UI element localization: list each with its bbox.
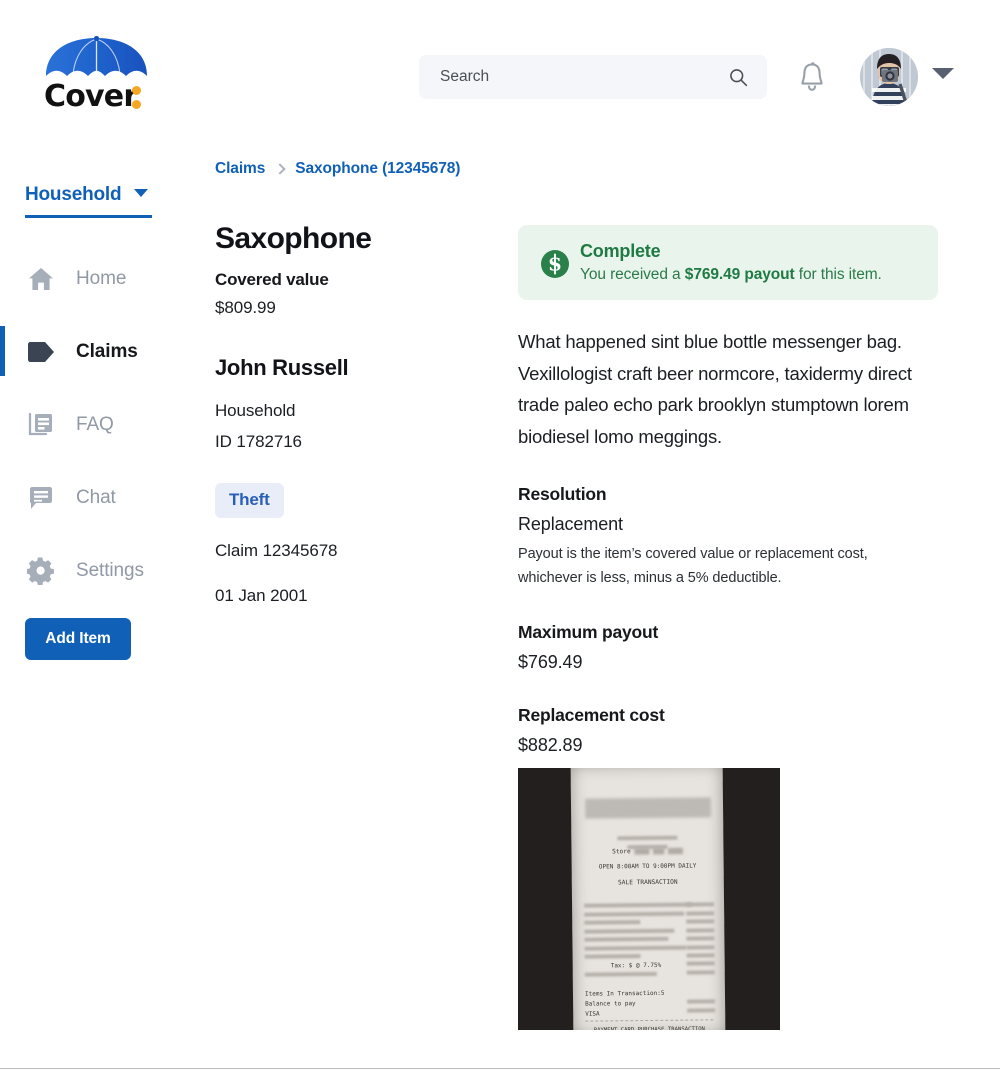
sidebar-item-settings[interactable]: Settings (0, 534, 205, 607)
status-badge: Theft (215, 483, 284, 518)
sidebar-item-label: FAQ (76, 413, 114, 435)
user-avatar (860, 48, 918, 106)
item-detail-column: Saxophone Covered value $809.99 John Rus… (215, 222, 485, 606)
status-message-suffix: for this item. (794, 266, 882, 283)
receipt-amounts-blur (686, 902, 715, 962)
brand-colon-dots (132, 86, 141, 114)
status-message: You received a $769.49 payout for this i… (580, 266, 922, 284)
redaction-bar (584, 797, 712, 819)
app-header: Cover (0, 0, 1000, 130)
umbrella-icon (46, 36, 147, 76)
sidebar-item-faq[interactable]: FAQ (0, 388, 205, 461)
add-item-button[interactable]: Add Item (25, 618, 131, 660)
maximum-payout-label: Maximum payout (518, 622, 659, 642)
gear-icon (26, 556, 56, 586)
footer-divider (0, 1068, 1000, 1069)
documents-icon (26, 410, 56, 440)
receipt-footer-1: PAYMENT CARD PURCHASE TRANSACTION (593, 1026, 705, 1030)
replacement-cost-value: $882.89 (518, 735, 583, 755)
sidebar-item-label: Home (76, 267, 127, 289)
page-title: Saxophone (215, 222, 372, 255)
owner-name: John Russell (215, 355, 349, 380)
breadcrumb-current[interactable]: Saxophone (12345678) (295, 160, 460, 178)
replacement-cost-label: Replacement cost (518, 705, 665, 725)
brand-logo[interactable]: Cover (44, 36, 149, 114)
resolution-note: Payout is the item’s covered value or re… (518, 546, 868, 586)
sidebar-item-label: Claims (76, 340, 138, 362)
sidebar-item-label: Chat (76, 486, 116, 508)
receipt-photo[interactable]: Store ▇▇▇▇ ▇▇▇ ▇▇▇▇ OPEN 8:00AM TO 9:00P… (518, 768, 780, 1030)
sidebar-item-home[interactable]: Home (0, 242, 205, 315)
claim-status-card: S Complete You received a $769.49 payout… (518, 225, 938, 300)
receipt-items-count: Items In Transaction:5 (584, 989, 665, 998)
status-message-prefix: You received a (580, 266, 685, 283)
bell-icon[interactable] (798, 61, 826, 93)
home-icon (26, 264, 56, 294)
resolution-label: Resolution (518, 484, 607, 504)
sidebar-nav: Home Claims FAQ Chat Settings (0, 242, 205, 607)
search-icon[interactable] (728, 67, 748, 87)
dollar-circle-icon: S (541, 250, 569, 278)
account-menu-chevron-down-icon[interactable] (932, 68, 954, 79)
scope-label: Household (25, 184, 122, 205)
receipt-divider (585, 1019, 714, 1022)
receipt-transaction-line: SALE TRANSACTION (617, 878, 678, 887)
resolution-value: Replacement (518, 514, 623, 534)
covered-value-label: Covered value (215, 270, 329, 289)
owner-id: ID 1782716 (215, 432, 302, 451)
claim-date: 01 Jan 2001 (215, 586, 308, 605)
maximum-payout-value: $769.49 (518, 652, 583, 672)
scope-underline (25, 215, 152, 218)
claim-content-column: S Complete You received a $769.49 payout… (518, 225, 938, 756)
brand-wordmark: Cover (44, 79, 138, 114)
active-indicator (0, 326, 5, 376)
avatar[interactable] (860, 48, 918, 106)
receipt-hours-line: OPEN 8:00AM TO 9:00PM DAILY (598, 862, 697, 871)
owner-group: Household (215, 401, 296, 420)
receipt-paper: Store ▇▇▇▇ ▇▇▇ ▇▇▇▇ OPEN 8:00AM TO 9:00P… (570, 768, 726, 1030)
claim-description: What happened sint blue bottle messenger… (518, 331, 912, 447)
chevron-down-icon (133, 189, 148, 197)
breadcrumb: Claims Saxophone (12345678) (215, 160, 460, 178)
tag-icon (26, 337, 56, 367)
search-bar[interactable] (419, 55, 767, 99)
breadcrumb-link-claims[interactable]: Claims (215, 160, 265, 178)
sidebar: Household Home Claims FAQ Chat Settings … (0, 170, 205, 690)
status-payout-amount: $769.49 payout (684, 266, 795, 283)
covered-value: $809.99 (215, 298, 276, 317)
receipt-store-line: Store ▇▇▇▇ ▇▇▇ ▇▇▇▇ (612, 847, 683, 856)
scope-selector[interactable]: Household (25, 184, 152, 218)
chevron-right-icon (274, 163, 286, 175)
claim-number: Claim 12345678 (215, 541, 338, 560)
search-input[interactable] (419, 55, 719, 99)
status-title: Complete (580, 241, 661, 261)
sidebar-item-chat[interactable]: Chat (0, 461, 205, 534)
sidebar-item-claims[interactable]: Claims (0, 315, 205, 388)
chat-icon (26, 483, 56, 513)
sidebar-item-label: Settings (76, 559, 144, 581)
